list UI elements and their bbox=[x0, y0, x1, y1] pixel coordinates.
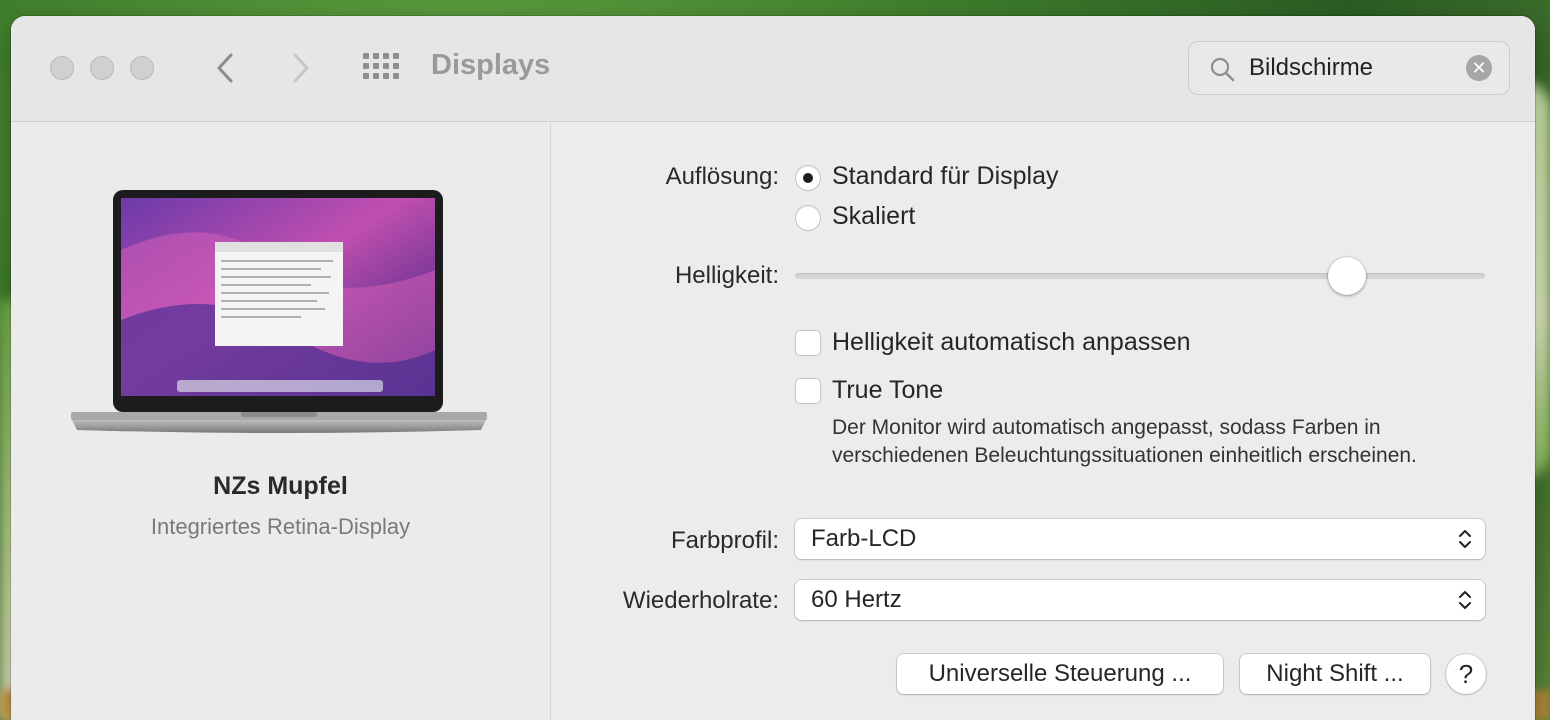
radio-standard-resolution[interactable] bbox=[795, 165, 821, 191]
search-icon bbox=[1210, 57, 1235, 82]
radio-scaled-resolution-label[interactable]: Skaliert bbox=[832, 202, 915, 231]
color-profile-label: Farbprofil: bbox=[670, 527, 779, 554]
display-settings-panel: Auflösung: Standard für Display Skaliert… bbox=[551, 122, 1535, 720]
displays-preferences-window: Displays ✕ bbox=[11, 16, 1535, 720]
true-tone-label[interactable]: True Tone bbox=[832, 376, 943, 405]
display-type: Integriertes Retina-Display bbox=[150, 514, 411, 539]
chevron-left-icon bbox=[217, 53, 233, 83]
brightness-slider[interactable] bbox=[795, 257, 1485, 295]
color-profile-value: Farb-LCD bbox=[811, 525, 917, 552]
show-all-grid-icon[interactable] bbox=[363, 53, 401, 83]
refresh-rate-select[interactable]: 60 Hertz bbox=[795, 580, 1485, 620]
help-button[interactable]: ? bbox=[1446, 654, 1486, 694]
up-down-chevron-icon bbox=[1459, 530, 1471, 548]
minimize-window-button[interactable] bbox=[90, 56, 114, 80]
brightness-slider-knob[interactable] bbox=[1328, 257, 1366, 295]
true-tone-description: Der Monitor wird automatisch angepasst, … bbox=[832, 416, 1417, 467]
window-title: Displays bbox=[431, 49, 551, 81]
color-profile-select[interactable]: Farb-LCD bbox=[795, 519, 1485, 559]
forward-button[interactable] bbox=[283, 50, 317, 86]
clear-search-icon[interactable]: ✕ bbox=[1466, 55, 1492, 81]
search-field[interactable]: ✕ bbox=[1188, 41, 1510, 95]
true-tone-checkbox[interactable] bbox=[795, 378, 821, 404]
resolution-label: Auflösung: bbox=[665, 163, 779, 190]
radio-scaled-resolution[interactable] bbox=[795, 205, 821, 231]
display-name: NZs Mupfel bbox=[213, 472, 348, 500]
back-button[interactable] bbox=[209, 50, 243, 86]
chevron-right-icon bbox=[293, 53, 309, 83]
up-down-chevron-icon bbox=[1459, 591, 1471, 609]
night-shift-button[interactable]: Night Shift ... bbox=[1240, 654, 1430, 694]
brightness-label: Helligkeit: bbox=[674, 262, 779, 289]
universal-control-button[interactable]: Universelle Steuerung ... bbox=[897, 654, 1223, 694]
search-input[interactable] bbox=[1249, 52, 1449, 84]
macbook-display-image bbox=[71, 190, 487, 433]
close-window-button[interactable] bbox=[50, 56, 74, 80]
radio-standard-resolution-label[interactable]: Standard für Display bbox=[832, 162, 1059, 191]
auto-brightness-checkbox[interactable] bbox=[795, 330, 821, 356]
refresh-rate-value: 60 Hertz bbox=[811, 586, 902, 613]
display-sidebar: NZs Mupfel Integriertes Retina-Display bbox=[11, 122, 551, 720]
auto-brightness-label[interactable]: Helligkeit automatisch anpassen bbox=[832, 328, 1191, 357]
toolbar: Displays ✕ bbox=[11, 16, 1535, 122]
zoom-window-button[interactable] bbox=[130, 56, 154, 80]
refresh-rate-label: Wiederholrate: bbox=[622, 587, 779, 614]
